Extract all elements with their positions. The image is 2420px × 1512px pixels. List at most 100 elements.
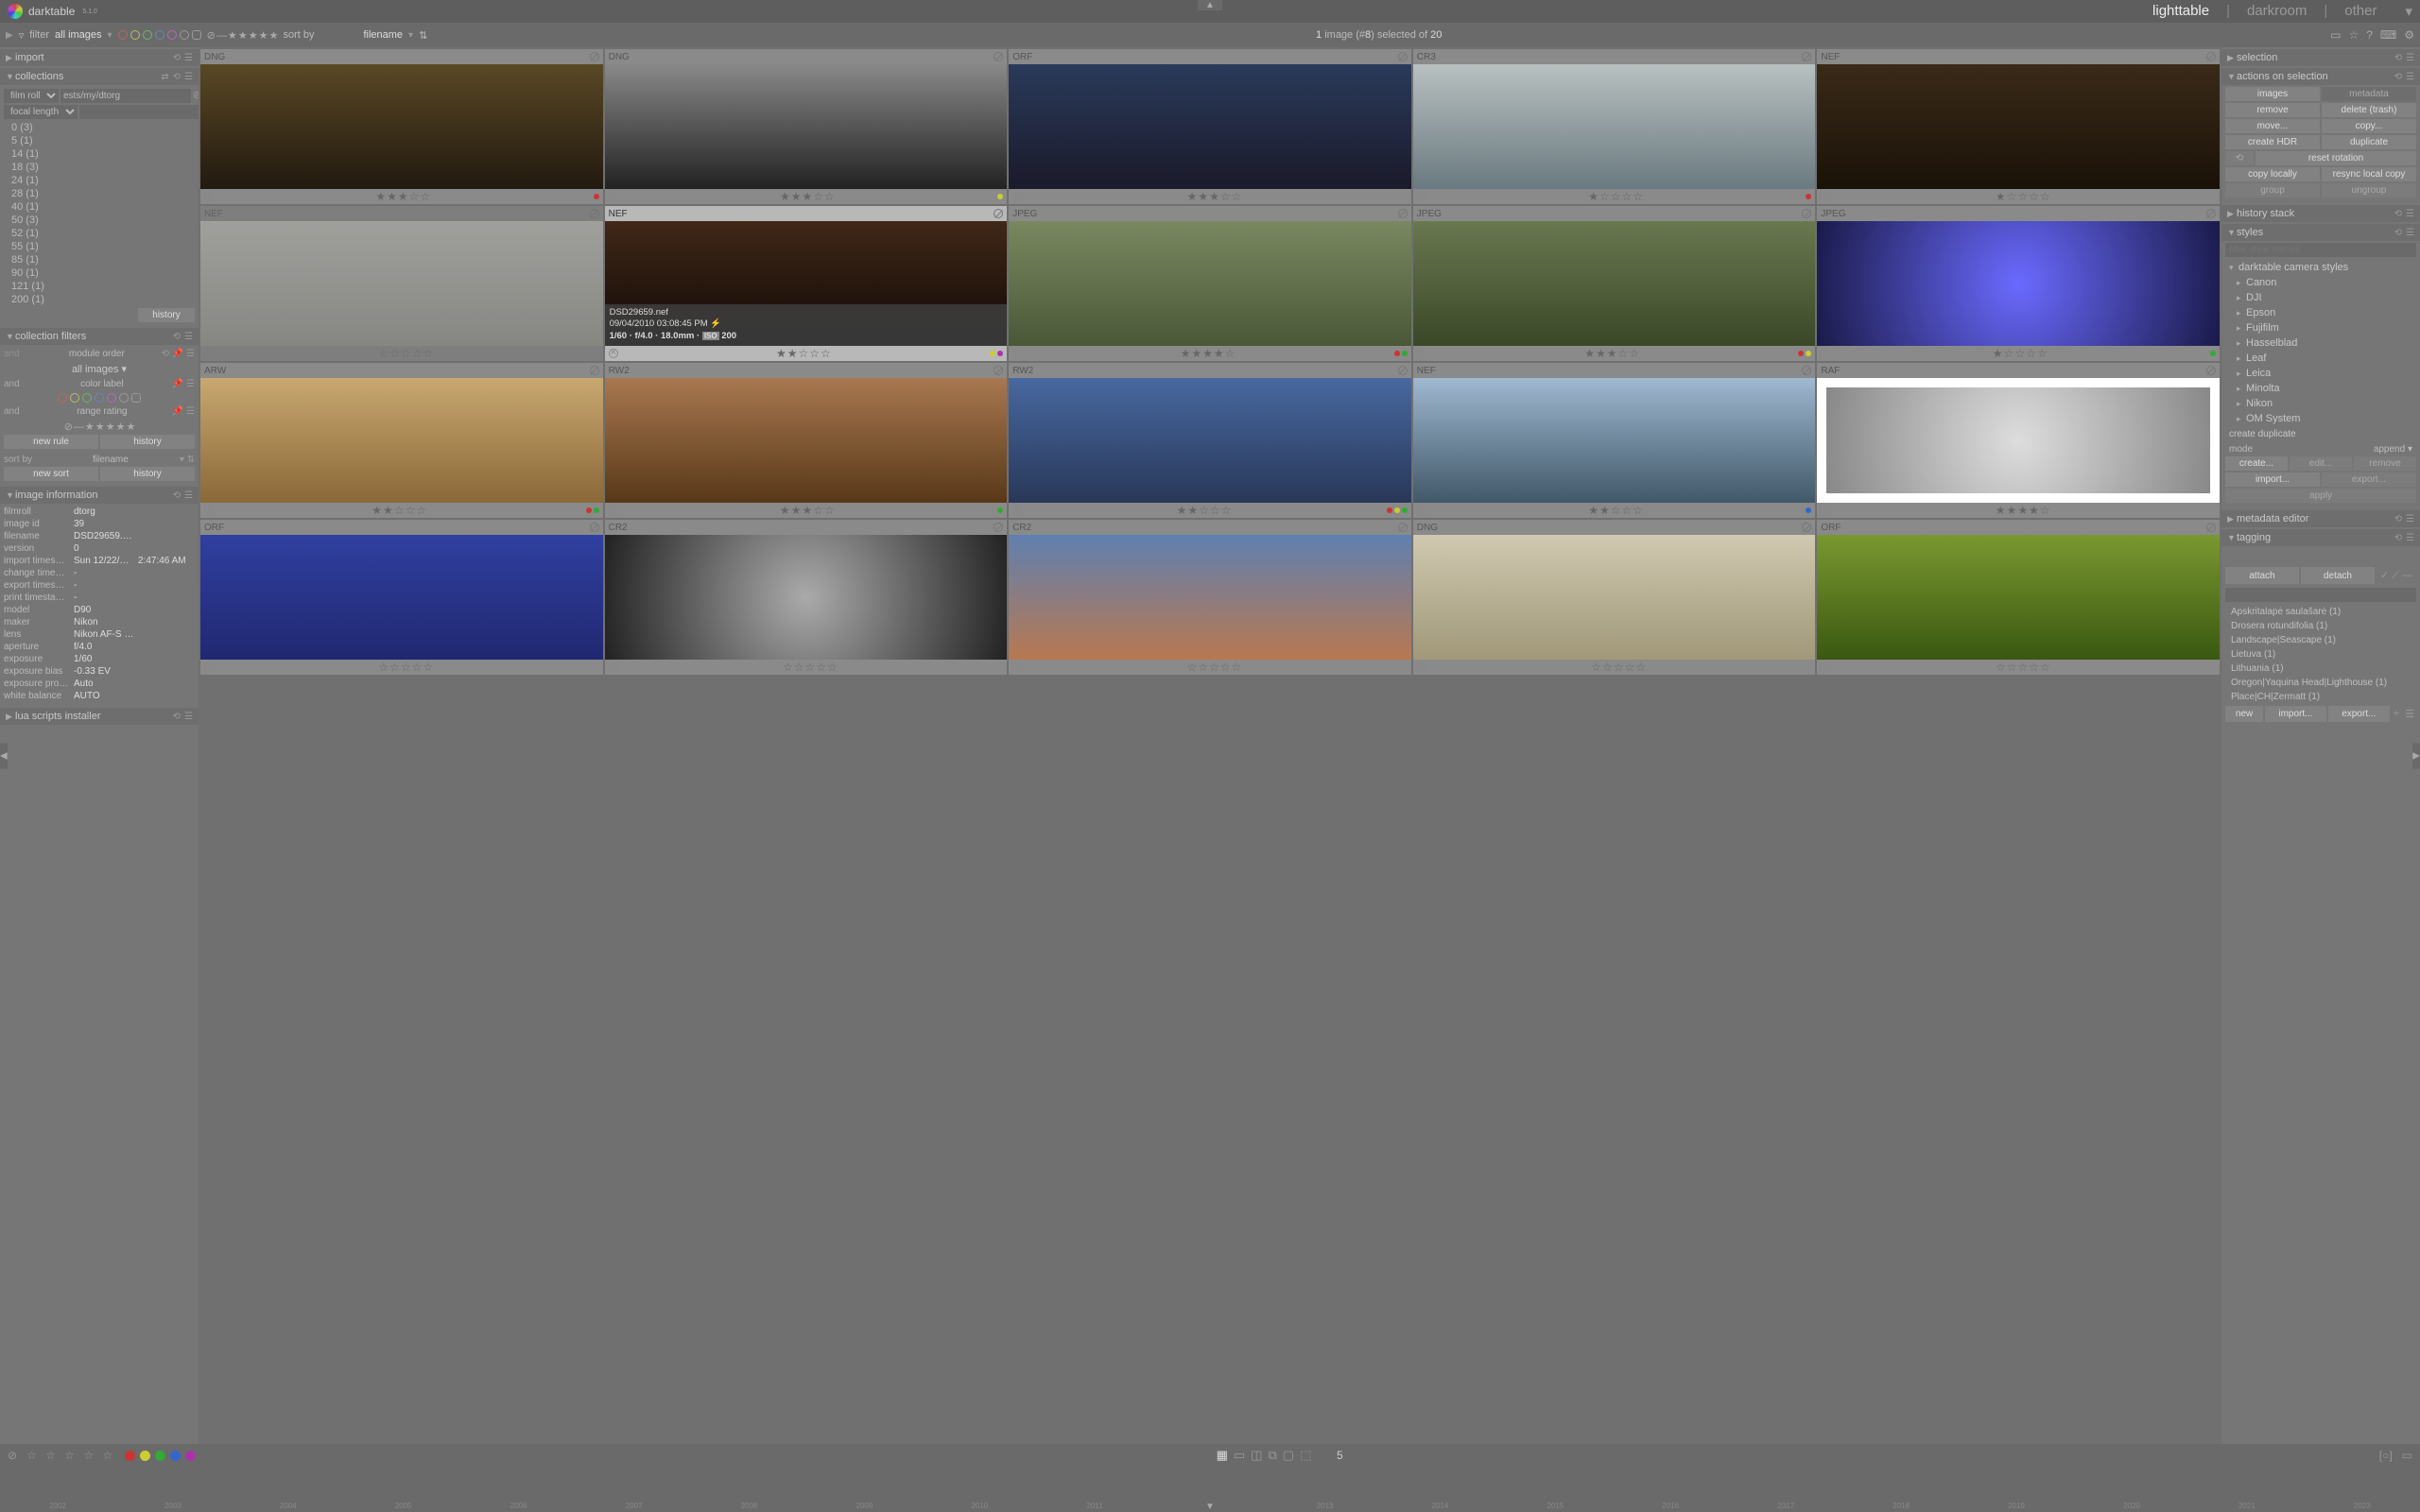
module-image-info[interactable]: ▼image information ⟲☰ — [0, 487, 199, 504]
action-button[interactable]: move... — [2225, 119, 2320, 133]
thumb-labels[interactable] — [1387, 507, 1408, 513]
reject-icon[interactable] — [1417, 349, 1426, 358]
layout-culling-icon[interactable]: ◫ — [1251, 1448, 1262, 1463]
thumb-labels[interactable] — [594, 194, 599, 199]
collection-prop1-value[interactable] — [60, 89, 191, 103]
filter-history-button[interactable]: history — [100, 435, 195, 449]
action-button[interactable]: copy... — [2322, 119, 2416, 133]
thumbnail[interactable]: ORF☆☆☆☆☆ — [200, 520, 603, 675]
action-button[interactable]: ⟲ — [2225, 151, 2254, 165]
thumb-rating[interactable]: ☆☆☆☆☆ — [214, 661, 599, 674]
thumb-rating[interactable]: ★★★★☆ — [1022, 347, 1394, 360]
action-button[interactable]: copy locally — [2225, 167, 2320, 181]
list-item[interactable]: 55 (1) — [11, 240, 195, 253]
styles-create-button[interactable]: create... — [2225, 456, 2288, 471]
thumb-rating[interactable]: ★★★☆☆ — [214, 190, 594, 203]
thumb-rating[interactable]: ★★☆☆☆ — [1426, 504, 1806, 517]
thumb-labels[interactable] — [1798, 351, 1811, 356]
sort-value[interactable]: filename — [363, 29, 403, 41]
attach-button[interactable]: attach — [2225, 567, 2299, 584]
list-item[interactable]: 121 (1) — [11, 280, 195, 293]
help-icon[interactable]: ? — [2366, 28, 2373, 42]
list-item[interactable]: 90 (1) — [11, 266, 195, 280]
reject-icon[interactable] — [609, 192, 618, 201]
detach-button[interactable]: detach — [2301, 567, 2375, 584]
list-item[interactable]: 24 (1) — [11, 174, 195, 187]
star-icon[interactable]: ☆ — [2348, 28, 2359, 42]
thumb-rating[interactable]: ★★★☆☆ — [618, 190, 998, 203]
thumbnail[interactable]: CR2☆☆☆☆☆ — [605, 520, 1008, 675]
layout-grid-icon[interactable]: ▦ — [1217, 1448, 1228, 1463]
styles-tree[interactable]: ▾darktable camera styles▸Canon▸DJI▸Epson… — [2225, 260, 2416, 426]
chevron-right-icon[interactable]: ▶ — [6, 30, 13, 41]
tag-export-button[interactable]: export... — [2328, 706, 2390, 722]
reject-icon[interactable] — [609, 349, 618, 358]
thumbnail[interactable]: ORF☆☆☆☆☆ — [1817, 520, 2220, 675]
view-lighttable[interactable]: lighttable — [2152, 3, 2209, 20]
action-button[interactable]: delete (trash) — [2322, 103, 2416, 117]
thumbnail[interactable]: RAF★★★★☆ — [1817, 363, 2220, 518]
collection-prop2[interactable]: focal length — [4, 105, 78, 119]
thumbnail[interactable]: DNG★★★☆☆ — [200, 49, 603, 204]
collection-prop1[interactable]: film roll — [4, 89, 59, 103]
action-button[interactable]: create HDR — [2225, 135, 2320, 149]
list-item[interactable]: 14 (1) — [11, 147, 195, 161]
list-item[interactable]: 40 (1) — [11, 200, 195, 214]
thumb-rating[interactable]: ☆☆☆☆☆ — [618, 661, 1004, 674]
reject-icon[interactable] — [204, 349, 214, 358]
reject-icon[interactable] — [1821, 662, 1830, 672]
thumb-rating[interactable]: ★★☆☆☆ — [214, 504, 586, 517]
thumbnail[interactable]: CR3★☆☆☆☆ — [1413, 49, 1816, 204]
tag-list[interactable]: Apskritalapė saulašarė (1)Drosera rotund… — [2225, 605, 2416, 704]
panel-toggle-left[interactable]: ◀ — [0, 744, 8, 769]
new-rule-button[interactable]: new rule — [4, 435, 98, 449]
styles-apply-button[interactable]: apply — [2225, 489, 2416, 503]
module-collections[interactable]: ▼collections ⇄⟲☰ — [0, 68, 199, 85]
color-label-filter[interactable] — [118, 30, 201, 40]
menu-icon[interactable]: ☰ — [184, 53, 193, 63]
layout-culling2-icon[interactable]: ⧉ — [1268, 1448, 1276, 1463]
thumb-rating[interactable]: ★★★☆☆ — [618, 504, 998, 517]
list-item[interactable]: 0 (3) — [11, 121, 195, 134]
filter-color-labels[interactable] — [4, 391, 195, 404]
lighttable-center[interactable]: DNG★★★☆☆DNG★★★☆☆ORF★★★☆☆CR3★☆☆☆☆NEF★☆☆☆☆… — [199, 47, 2221, 1444]
action-button[interactable]: remove — [2225, 103, 2320, 117]
thumb-labels[interactable] — [2210, 351, 2216, 356]
module-actions[interactable]: ▼actions on selection⟲☰ — [2221, 68, 2420, 85]
list-item[interactable]: 50 (3) — [11, 214, 195, 227]
thumb-rating[interactable]: ☆☆☆☆☆ — [214, 347, 599, 360]
module-styles[interactable]: ▼styles⟲☰ — [2221, 224, 2420, 241]
thumb-size-input[interactable] — [1321, 1449, 1358, 1462]
list-item[interactable]: 52 (1) — [11, 227, 195, 240]
styles-remove-button[interactable]: remove — [2354, 456, 2416, 471]
reject-icon[interactable] — [1821, 349, 1830, 358]
thumb-rating[interactable]: ★★★☆☆ — [1022, 190, 1408, 203]
color-label-buttons[interactable] — [125, 1451, 196, 1461]
list-item[interactable]: 28 (1) — [11, 187, 195, 200]
thumb-labels[interactable] — [997, 194, 1003, 199]
action-button[interactable]: ungroup — [2322, 183, 2416, 198]
thumb-rating[interactable]: ★☆☆☆☆ — [1426, 190, 1806, 203]
list-item[interactable]: 200 (1) — [11, 293, 195, 306]
reject-icon[interactable] — [204, 506, 214, 515]
thumbnail[interactable]: NEFDSD29659.nef09/04/2010 03:08:45 PM ⚡1… — [605, 206, 1008, 361]
thumbnail[interactable]: RW2★★★☆☆ — [605, 363, 1008, 518]
focus-peaking-icon[interactable]: [○] — [2379, 1449, 2393, 1462]
tab-metadata[interactable]: metadata — [2322, 87, 2416, 101]
thumbnail[interactable]: JPEG★☆☆☆☆ — [1817, 206, 2220, 361]
history-button[interactable]: history — [138, 308, 195, 322]
panel-toggle-bottom[interactable]: ▼ — [1198, 1502, 1222, 1512]
filter-value[interactable]: all images — [55, 29, 102, 41]
thumb-labels[interactable] — [1394, 351, 1408, 356]
focal-length-list[interactable]: 0 (3)5 (1)14 (1)18 (3)24 (1)28 (1)40 (1)… — [11, 121, 195, 306]
thumb-labels[interactable] — [1806, 194, 1811, 199]
reject-icon[interactable] — [1012, 506, 1022, 515]
collection-prop2-value[interactable] — [79, 105, 199, 119]
reject-icon[interactable] — [1417, 506, 1426, 515]
reject-button[interactable]: ⊘ — [8, 1449, 17, 1462]
tag-input[interactable] — [2225, 588, 2416, 602]
thumb-rating[interactable]: ★★☆☆☆ — [618, 347, 991, 360]
module-metadata-editor[interactable]: ▶metadata editor⟲☰ — [2221, 510, 2420, 527]
tag-new-button[interactable]: new — [2225, 706, 2263, 722]
thumb-labels[interactable] — [1806, 507, 1811, 513]
